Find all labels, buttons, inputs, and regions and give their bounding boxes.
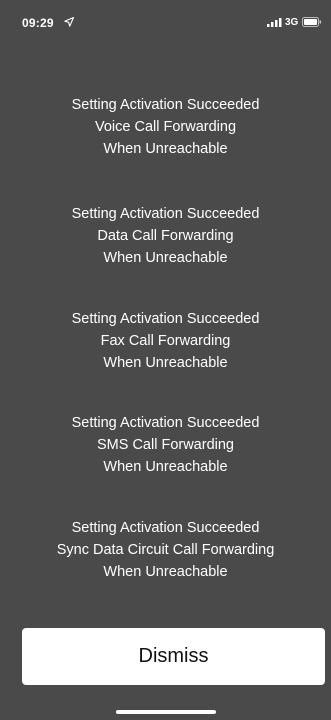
network-type-label: 3G <box>285 17 299 28</box>
dismiss-button[interactable]: Dismiss <box>22 628 325 685</box>
message-condition: When Unreachable <box>103 459 228 475</box>
ussd-result-screen: 09:29 3G Setting Activation Succeeded Vo… <box>0 0 331 720</box>
status-bar: 09:29 3G <box>0 0 331 44</box>
message-condition: When Unreachable <box>103 564 228 580</box>
message-status: Setting Activation Succeeded <box>71 415 260 431</box>
status-time: 09:29 <box>22 16 54 30</box>
message-service: SMS Call Forwarding <box>97 437 234 453</box>
message-service: Data Call Forwarding <box>97 228 234 244</box>
message-condition: When Unreachable <box>103 250 228 266</box>
message-service: Sync Data Circuit Call Forwarding <box>56 542 275 558</box>
result-message-sync-data: Setting Activation Succeeded Sync Data C… <box>0 517 331 583</box>
message-service: Voice Call Forwarding <box>94 119 237 135</box>
result-message-data: Setting Activation Succeeded Data Call F… <box>0 203 331 269</box>
message-status: Setting Activation Succeeded <box>71 97 260 113</box>
message-service: Fax Call Forwarding <box>100 333 231 349</box>
result-message-fax: Setting Activation Succeeded Fax Call Fo… <box>0 308 331 374</box>
battery-icon <box>302 17 322 27</box>
message-status: Setting Activation Succeeded <box>71 520 260 536</box>
result-message-voice: Setting Activation Succeeded Voice Call … <box>0 94 331 160</box>
result-message-sms: Setting Activation Succeeded SMS Call Fo… <box>0 412 331 478</box>
cellular-signal-icon <box>267 18 282 27</box>
message-status: Setting Activation Succeeded <box>71 206 260 222</box>
message-status: Setting Activation Succeeded <box>71 311 260 327</box>
home-indicator[interactable] <box>116 710 216 714</box>
location-arrow-icon <box>64 17 74 27</box>
message-condition: When Unreachable <box>103 141 228 157</box>
message-condition: When Unreachable <box>103 355 228 371</box>
